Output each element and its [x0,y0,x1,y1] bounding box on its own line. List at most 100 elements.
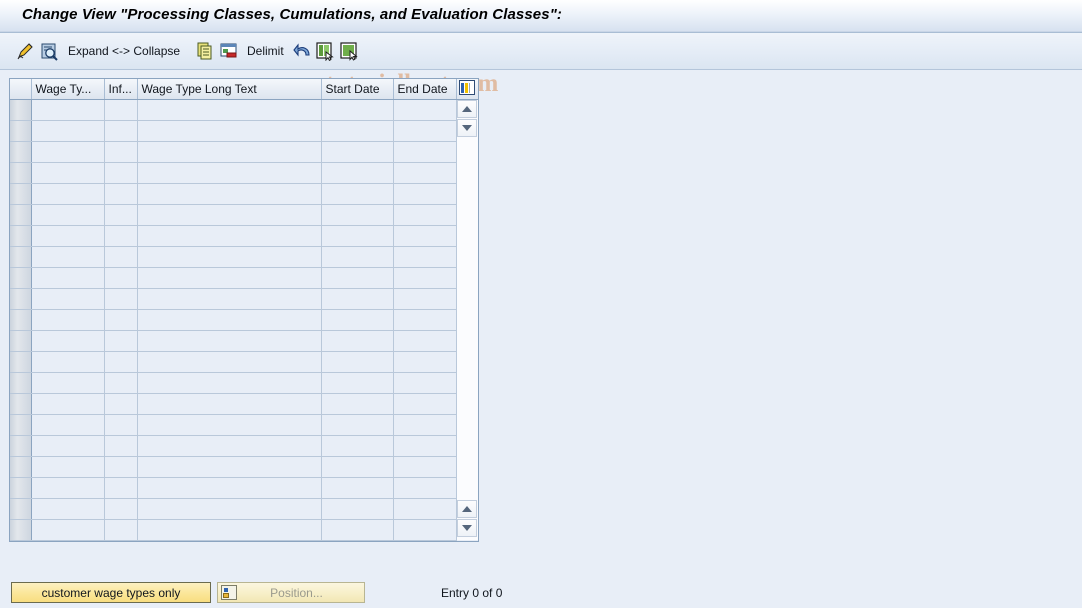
cell-infotype[interactable] [104,372,138,394]
row-selector[interactable] [10,120,32,142]
cell-end_date[interactable] [393,435,457,457]
cell-infotype[interactable] [104,351,138,373]
table-row[interactable] [10,393,478,415]
cell-start_date[interactable] [321,267,394,289]
cell-end_date[interactable] [393,141,457,163]
cell-long_text[interactable] [137,456,322,478]
cell-infotype[interactable] [104,435,138,457]
cell-long_text[interactable] [137,435,322,457]
cell-infotype[interactable] [104,225,138,247]
cell-start_date[interactable] [321,330,394,352]
row-selector[interactable] [10,372,32,394]
cell-wage_type[interactable] [31,393,105,415]
cell-long_text[interactable] [137,414,322,436]
cell-wage_type[interactable] [31,183,105,205]
table-row[interactable] [10,435,478,457]
table-row[interactable] [10,330,478,352]
row-selector[interactable] [10,141,32,163]
cell-end_date[interactable] [393,246,457,268]
cell-end_date[interactable] [393,120,457,142]
cell-infotype[interactable] [104,309,138,331]
cell-end_date[interactable] [393,393,457,415]
cell-wage_type[interactable] [31,372,105,394]
undo-icon[interactable] [292,38,314,64]
table-row[interactable] [10,498,478,520]
cell-wage_type[interactable] [31,456,105,478]
row-selector[interactable] [10,477,32,499]
table-row[interactable] [10,162,478,184]
cell-start_date[interactable] [321,288,394,310]
edit-pencil-icon[interactable] [14,38,36,64]
cell-wage_type[interactable] [31,99,105,121]
cell-start_date[interactable] [321,456,394,478]
table-row[interactable] [10,183,478,205]
column-header-infotype[interactable]: Inf... [104,79,138,100]
row-selector[interactable] [10,330,32,352]
cell-wage_type[interactable] [31,288,105,310]
cell-start_date[interactable] [321,351,394,373]
column-header-wage-type[interactable]: Wage Ty... [31,79,105,100]
delete-row-icon[interactable] [218,38,240,64]
cell-start_date[interactable] [321,393,394,415]
row-selector[interactable] [10,309,32,331]
cell-start_date[interactable] [321,414,394,436]
cell-end_date[interactable] [393,288,457,310]
cell-wage_type[interactable] [31,330,105,352]
cell-start_date[interactable] [321,309,394,331]
cell-start_date[interactable] [321,225,394,247]
row-selector[interactable] [10,456,32,478]
cell-long_text[interactable] [137,498,322,520]
table-row[interactable] [10,141,478,163]
cell-infotype[interactable] [104,120,138,142]
table-row[interactable] [10,204,478,226]
cell-infotype[interactable] [104,456,138,478]
table-row[interactable] [10,414,478,436]
cell-wage_type[interactable] [31,477,105,499]
cell-wage_type[interactable] [31,141,105,163]
table-row[interactable] [10,120,478,142]
cell-end_date[interactable] [393,162,457,184]
select-all-icon[interactable] [338,38,360,64]
table-row[interactable] [10,519,478,541]
table-row[interactable] [10,99,478,121]
scroll-down-button[interactable] [457,119,477,137]
cell-end_date[interactable] [393,330,457,352]
cell-start_date[interactable] [321,435,394,457]
select-all-corner-cell[interactable] [10,79,32,100]
scroll-page-down-button[interactable] [457,519,477,537]
cell-wage_type[interactable] [31,162,105,184]
cell-infotype[interactable] [104,246,138,268]
row-selector[interactable] [10,498,32,520]
table-row[interactable] [10,225,478,247]
cell-long_text[interactable] [137,183,322,205]
table-row[interactable] [10,309,478,331]
cell-infotype[interactable] [104,267,138,289]
cell-long_text[interactable] [137,288,322,310]
cell-start_date[interactable] [321,477,394,499]
table-row[interactable] [10,456,478,478]
cell-long_text[interactable] [137,393,322,415]
cell-infotype[interactable] [104,204,138,226]
column-header-start-date[interactable]: Start Date [321,79,394,100]
cell-wage_type[interactable] [31,225,105,247]
cell-end_date[interactable] [393,267,457,289]
copy-icon[interactable] [194,38,216,64]
cell-long_text[interactable] [137,330,322,352]
cell-start_date[interactable] [321,372,394,394]
row-selector[interactable] [10,414,32,436]
cell-start_date[interactable] [321,141,394,163]
row-selector[interactable] [10,246,32,268]
scroll-up-button[interactable] [457,100,477,118]
cell-wage_type[interactable] [31,498,105,520]
table-row[interactable] [10,246,478,268]
position-button[interactable]: Position... [217,582,365,603]
row-selector[interactable] [10,183,32,205]
expand-collapse-button[interactable]: Expand <-> Collapse [68,38,180,64]
customer-wage-types-only-button[interactable]: customer wage types only [11,582,211,603]
cell-infotype[interactable] [104,477,138,499]
cell-end_date[interactable] [393,351,457,373]
row-selector[interactable] [10,288,32,310]
cell-wage_type[interactable] [31,204,105,226]
cell-infotype[interactable] [104,288,138,310]
cell-infotype[interactable] [104,519,138,541]
